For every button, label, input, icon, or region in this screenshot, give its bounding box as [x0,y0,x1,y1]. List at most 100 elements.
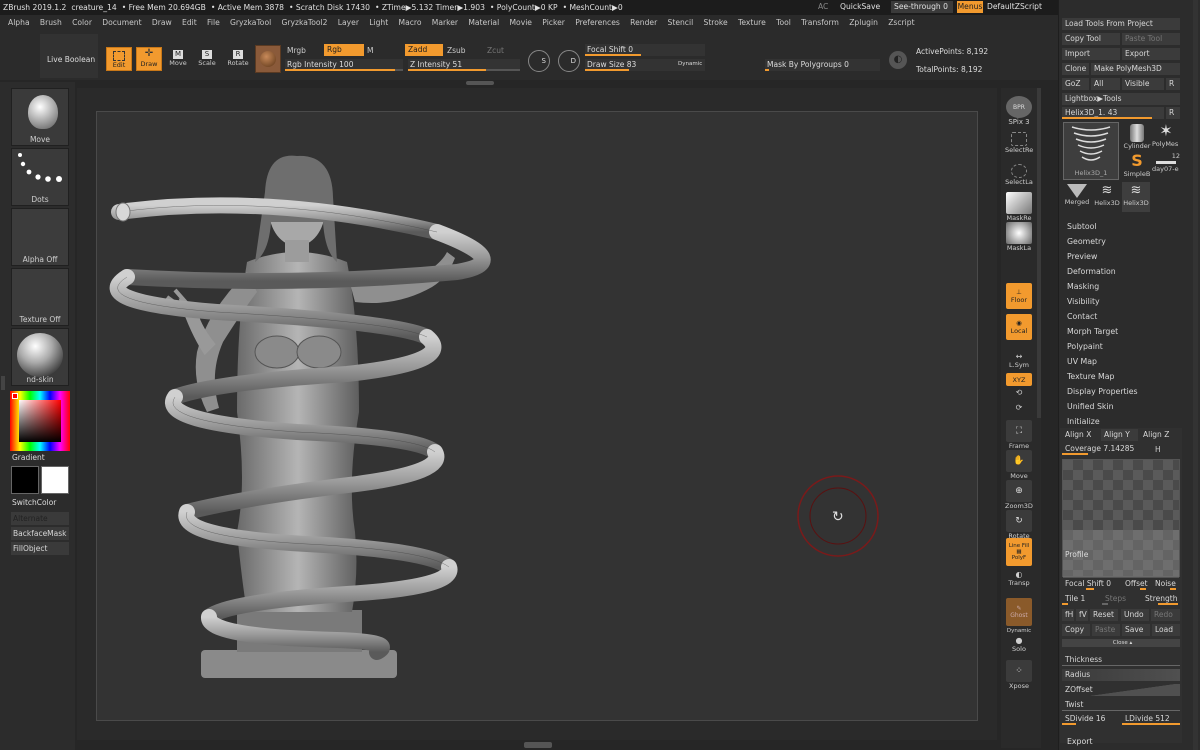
tool-thumb-helix3d-a[interactable]: ≋ Helix3D [1093,182,1121,212]
menu-preferences[interactable]: Preferences [575,18,620,27]
coverage-h-button[interactable]: H [1155,445,1161,454]
curve-paste-button[interactable]: Paste [1092,624,1120,636]
zoffset-slider[interactable]: ZOffset [1062,684,1180,696]
tool-thumb-simplebrush[interactable]: S SimpleB [1122,152,1152,180]
mask-lasso-button[interactable]: MaskLa [1005,222,1033,252]
redo-button[interactable]: Redo [1151,609,1180,621]
solo-button[interactable]: ● Solo [1005,636,1033,653]
tool-thumb-merged[interactable]: Merged [1062,182,1092,212]
z-intensity-slider[interactable]: Z Intensity 51 [408,59,520,71]
radius-slider[interactable]: Radius [1062,669,1180,681]
menu-stencil[interactable]: Stencil [668,18,694,27]
color-saturation-square[interactable] [19,400,61,442]
select-lasso-button[interactable]: SelectLa [1005,164,1033,186]
curve-copy-button[interactable]: Copy [1062,624,1090,636]
texture-selector[interactable]: Texture Off [11,268,69,326]
live-boolean-button[interactable]: Live Boolean [47,55,95,64]
undo-button[interactable]: Undo [1121,609,1149,621]
flip-v-button[interactable]: fV [1076,609,1088,621]
menu-color[interactable]: Color [72,18,92,27]
primary-color-swatch[interactable] [41,466,69,494]
rgb-button[interactable]: Rgb [324,44,364,56]
rgb-intensity-slider[interactable]: Rgb Intensity 100 [285,59,403,71]
section-subtool[interactable]: Subtool [1067,222,1097,231]
transp-button[interactable]: ◐ Transp [1005,570,1033,587]
menu-movie[interactable]: Movie [510,18,532,27]
local-button[interactable]: ◉ Local [1005,314,1033,340]
ghost-button[interactable]: ✎ Ghost [1005,598,1033,626]
rotate-axis-z-icon[interactable]: ⟳ [1005,403,1033,412]
zadd-button[interactable]: Zadd [405,44,443,56]
see-through-slider[interactable]: See-through 0 [891,1,953,13]
copy-tool-button[interactable]: Copy Tool [1062,33,1120,45]
flip-h-button[interactable]: fH [1062,609,1074,621]
dynamic-label[interactable]: Dynamic [678,61,702,67]
tool-thumb-polymesh[interactable]: ✶ PolyMes [1152,122,1180,152]
profile-focal-shift-slider[interactable]: Focal Shift 0 [1062,578,1120,590]
gradient-button[interactable]: Gradient [12,453,45,462]
bpr-button[interactable]: BPR [1005,96,1033,118]
material-selector[interactable]: nd-skin [11,328,69,386]
rotate-axis-y-icon[interactable]: ⟲ [1005,388,1033,397]
menu-brush[interactable]: Brush [40,18,62,27]
move-button[interactable]: M Move [166,48,190,72]
mrgb-button[interactable]: Mrgb [287,46,306,55]
section-initialize[interactable]: Initialize [1067,417,1100,426]
lightbox-tools-button[interactable]: Lightbox▶Tools [1062,93,1180,105]
shelf-collapse-handle[interactable] [466,81,494,85]
steps-slider[interactable]: Steps [1102,593,1138,605]
backface-mask-button[interactable]: BackfaceMask [11,527,69,540]
section-uv-map[interactable]: UV Map [1067,357,1097,366]
menu-zscript[interactable]: Zscript [888,18,914,27]
secondary-color-swatch[interactable] [11,466,39,494]
section-preview[interactable]: Preview [1067,252,1097,261]
bottom-collapse-handle[interactable] [524,742,552,748]
tool-thumb-helix-active[interactable]: Helix3D_1 [1063,122,1119,180]
tool-thumb-day07[interactable]: 12 day07-e [1152,152,1180,180]
lsym-button[interactable]: ↔ L.Sym [1005,352,1033,369]
align-x-button[interactable]: Align X [1062,429,1099,441]
default-zscript-button[interactable]: DefaultZScript [987,2,1042,11]
stroke-selector[interactable]: Dots [11,148,69,206]
clone-button[interactable]: Clone [1062,63,1089,75]
thickness-slider[interactable]: Thickness [1062,654,1180,666]
section-display-properties[interactable]: Display Properties [1067,387,1138,396]
menu-marker[interactable]: Marker [432,18,458,27]
draw-button[interactable]: ✛ Draw [136,47,162,71]
section-texture-map[interactable]: Texture Map [1067,372,1114,381]
xpose-button[interactable]: ⁘ Xpose [1005,660,1033,690]
twist-slider[interactable]: Twist [1062,699,1180,711]
rotate-view-button[interactable]: ↻ Rotate [1005,510,1033,540]
select-rect-button[interactable]: SelectRe [1005,132,1033,154]
menu-texture[interactable]: Texture [738,18,766,27]
zoom3d-button[interactable]: ⊕ Zoom3D [1005,480,1033,510]
noise-slider[interactable]: Noise [1152,578,1180,590]
menu-gryzkatool[interactable]: GryzkaTool [230,18,271,27]
section-unified-skin[interactable]: Unified Skin [1067,402,1114,411]
section-contact[interactable]: Contact [1067,312,1097,321]
menu-edit[interactable]: Edit [182,18,197,27]
switch-color-button[interactable]: SwitchColor [12,498,56,507]
alternate-button[interactable]: Alternate [11,512,69,525]
menu-document[interactable]: Document [102,18,141,27]
menu-layer[interactable]: Layer [338,18,359,27]
quicksave-button[interactable]: QuickSave [840,2,880,11]
section-deformation[interactable]: Deformation [1067,267,1116,276]
scale-button[interactable]: S Scale [195,48,219,72]
color-picker[interactable] [10,391,70,451]
import-button[interactable]: Import [1062,48,1120,60]
section-morph-target[interactable]: Morph Target [1067,327,1118,336]
coverage-slider[interactable]: Coverage 7.14285 [1062,443,1150,455]
goz-visible-button[interactable]: Visible [1122,78,1164,90]
menu-file[interactable]: File [207,18,220,27]
menu-macro[interactable]: Macro [399,18,422,27]
export-button[interactable]: Export [1122,48,1180,60]
edit-button[interactable]: Edit [106,47,132,71]
menu-tool[interactable]: Tool [776,18,791,27]
menu-picker[interactable]: Picker [542,18,565,27]
menu-stroke[interactable]: Stroke [704,18,728,27]
brush-selector[interactable]: Move [11,88,69,146]
section-masking[interactable]: Masking [1067,282,1099,291]
right-shelf-scrollbar[interactable] [1037,88,1041,418]
menus-button[interactable]: Menus [957,1,983,13]
